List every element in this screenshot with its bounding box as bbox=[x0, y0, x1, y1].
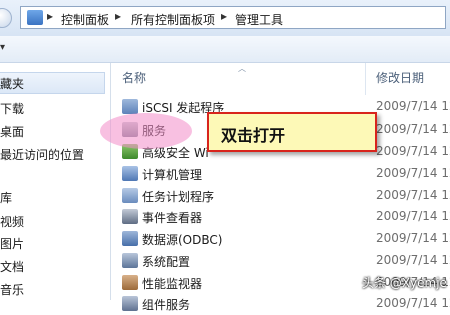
list-item[interactable]: 数据源(ODBC) 2009/7/14 12 bbox=[112, 228, 450, 250]
system-config-icon bbox=[122, 253, 138, 268]
file-list: ︿ 名称 修改日期 iSCSI 发起程序 2009/7/14 12 服务 200… bbox=[112, 63, 450, 312]
odbc-icon bbox=[122, 231, 138, 246]
item-date: 2009/7/14 12 bbox=[376, 253, 450, 267]
list-item[interactable]: 系统配置 2009/7/14 12 bbox=[112, 250, 450, 272]
nav-pictures[interactable]: 图片 bbox=[0, 235, 24, 252]
item-date: 2009/7/14 12 bbox=[376, 188, 450, 202]
perf-monitor-icon bbox=[122, 275, 138, 290]
list-item[interactable]: 事件查看器 2009/7/14 12 bbox=[112, 206, 450, 228]
breadcrumb-separator[interactable]: ▸ bbox=[47, 9, 53, 23]
column-header-name[interactable]: 名称 bbox=[122, 69, 146, 86]
item-name: 组件服务 bbox=[142, 298, 191, 312]
breadcrumb-separator[interactable]: ▸ bbox=[115, 9, 121, 23]
breadcrumb-admin-tools[interactable]: 管理工具 bbox=[235, 11, 283, 28]
item-date: 2009/7/14 12 bbox=[376, 144, 450, 158]
item-name: 计算机管理 bbox=[142, 168, 203, 182]
control-panel-icon bbox=[27, 10, 43, 25]
list-item[interactable]: 组件服务 2009/7/14 12 bbox=[112, 293, 450, 315]
computer-management-icon bbox=[122, 166, 138, 181]
column-divider[interactable] bbox=[365, 63, 366, 95]
item-date: 2009/7/14 12 bbox=[376, 166, 450, 180]
sort-arrow-icon: ︿ bbox=[238, 64, 246, 73]
callout-box: 双击打开 bbox=[207, 112, 377, 152]
item-name: 数据源(ODBC) bbox=[142, 233, 223, 247]
item-name: 任务计划程序 bbox=[142, 190, 215, 204]
component-services-icon bbox=[122, 296, 138, 311]
nav-desktop[interactable]: 桌面 bbox=[0, 123, 24, 140]
iscsi-icon bbox=[122, 99, 138, 114]
item-name: 性能监视器 bbox=[142, 277, 203, 291]
breadcrumb-all-items[interactable]: 所有控制面板项 bbox=[131, 11, 215, 28]
event-viewer-icon bbox=[122, 209, 138, 224]
item-name: 系统配置 bbox=[142, 255, 191, 269]
highlight-marker bbox=[100, 113, 192, 149]
nav-downloads[interactable]: 下载 bbox=[0, 100, 24, 117]
toolbar: ▾ bbox=[0, 36, 450, 63]
item-date: 2009/7/14 12 bbox=[376, 296, 450, 310]
nav-music[interactable]: 音乐 bbox=[0, 281, 24, 298]
callout-text: 双击打开 bbox=[221, 126, 286, 145]
list-item[interactable]: 计算机管理 2009/7/14 12 bbox=[112, 163, 450, 185]
nav-recent-places[interactable]: 最近访问的位置 bbox=[0, 146, 84, 163]
item-date: 2009/7/14 12 bbox=[376, 231, 450, 245]
address-bar: ▸ 控制面板 ▸ 所有控制面板项 ▸ 管理工具 bbox=[0, 0, 450, 37]
watermark: 头条 @Xyemje bbox=[362, 276, 447, 290]
organize-dropdown-icon[interactable]: ▾ bbox=[0, 42, 5, 53]
item-date: 2009/7/14 12 bbox=[376, 122, 450, 136]
address-field[interactable]: ▸ 控制面板 ▸ 所有控制面板项 ▸ 管理工具 bbox=[20, 6, 446, 29]
list-item[interactable]: 任务计划程序 2009/7/14 12 bbox=[112, 185, 450, 207]
back-button[interactable] bbox=[0, 8, 12, 28]
item-date: 2009/7/14 12 bbox=[376, 209, 450, 223]
task-scheduler-icon bbox=[122, 188, 138, 203]
item-name: 事件查看器 bbox=[142, 211, 203, 225]
nav-libraries[interactable]: 库 bbox=[0, 189, 12, 206]
item-date: 2009/7/14 12 bbox=[376, 99, 450, 113]
nav-videos[interactable]: 视频 bbox=[0, 213, 24, 230]
nav-documents[interactable]: 文档 bbox=[0, 258, 24, 275]
nav-favorites[interactable]: 藏夹 bbox=[0, 75, 24, 92]
breadcrumb-separator[interactable]: ▸ bbox=[221, 9, 227, 23]
navigation-pane: 藏夹 下载 桌面 最近访问的位置 库 视频 图片 文档 音乐 bbox=[0, 63, 111, 300]
breadcrumb-control-panel[interactable]: 控制面板 bbox=[61, 11, 109, 28]
column-header-modified[interactable]: 修改日期 bbox=[376, 69, 424, 86]
